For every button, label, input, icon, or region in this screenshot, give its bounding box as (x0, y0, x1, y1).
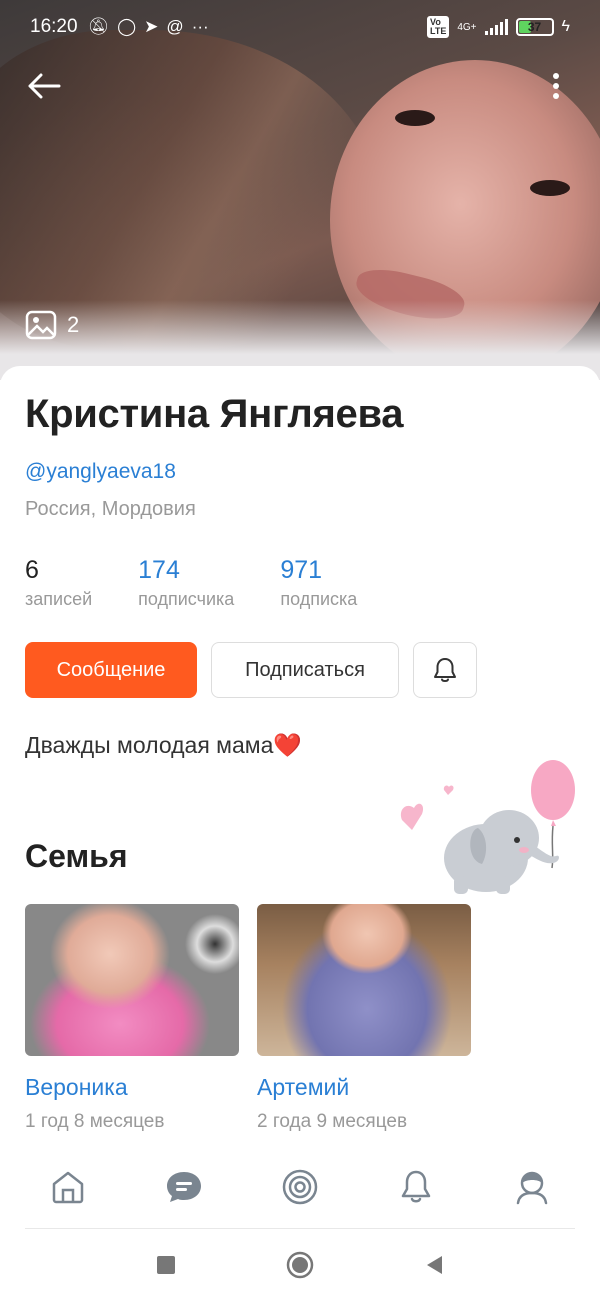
photo-count-value: 2 (67, 312, 80, 337)
at-icon: @ (166, 17, 184, 36)
profile-actions: Сообщение Подписаться (25, 642, 477, 698)
stat-followers-value: 174 (138, 556, 180, 584)
status-right: Vo LTE 4G+ 37 ϟ (427, 16, 570, 38)
discover-icon (282, 1169, 318, 1205)
family-member-photo[interactable] (257, 904, 471, 1056)
profile-stats: 6 записей 174 подписчика 971 подписка (25, 556, 403, 610)
family-member-name[interactable]: Вероника (25, 1074, 239, 1101)
stat-followers[interactable]: 174 подписчика (138, 556, 234, 610)
mute-icon: 🔕︎ (87, 17, 110, 36)
bell-icon (434, 658, 456, 682)
more-options-button[interactable] (532, 62, 580, 110)
stat-followers-label: подписчика (138, 589, 235, 609)
profile-bio: Дважды молодая мама❤️ (25, 732, 303, 758)
status-notification-icons: 🔕︎ ◯ ➤ @ ··· (88, 17, 209, 37)
family-member-age: 1 год 8 месяцев (25, 1111, 165, 1132)
subscribe-button[interactable]: Подписаться (211, 642, 399, 698)
charging-icon: ϟ (561, 18, 570, 35)
nav-messages[interactable] (154, 1157, 214, 1217)
stat-following-value: 971 (280, 556, 323, 584)
nav-home[interactable] (38, 1157, 98, 1217)
family-member-name[interactable]: Артемий (257, 1074, 471, 1101)
system-navigation-bar (0, 1230, 600, 1299)
battery-level: 37 (527, 20, 542, 34)
whatsapp-icon: ◯ (117, 17, 137, 36)
back-button[interactable] (20, 62, 68, 110)
status-bar: 16:20 🔕︎ ◯ ➤ @ ··· Vo LTE 4G+ 37 ϟ (0, 0, 600, 54)
volte-icon: Vo LTE (427, 16, 450, 38)
network-type: 4G+ (457, 21, 477, 33)
profile-handle[interactable]: @yanglyaeva18 (25, 460, 176, 484)
image-icon (25, 310, 57, 340)
family-member-card[interactable]: Артемий 2 года 9 месяцев (257, 904, 471, 1133)
back-arrow-icon (28, 73, 61, 99)
cover-eye-right (530, 180, 570, 196)
profile-icon (516, 1171, 548, 1205)
elephant-sticker-icon (400, 760, 575, 894)
home-button-icon[interactable] (286, 1251, 314, 1279)
nav-profile[interactable] (502, 1157, 562, 1217)
notifications-icon (401, 1170, 431, 1203)
family-members: Вероника 1 год 8 месяцев Артемий 2 года … (25, 904, 471, 1133)
stat-following-label: подписка (280, 589, 358, 609)
stat-posts[interactable]: 6 записей (25, 556, 92, 610)
bottom-navigation (0, 1146, 600, 1228)
recents-button-icon[interactable] (156, 1255, 176, 1275)
family-section-title: Семья (25, 838, 128, 874)
cover-photo[interactable] (0, 0, 600, 380)
nav-discover[interactable] (270, 1157, 330, 1217)
family-member-photo[interactable] (25, 904, 239, 1056)
family-member-card[interactable]: Вероника 1 год 8 месяцев (25, 904, 239, 1133)
status-time: 16:20 (30, 16, 78, 37)
telegram-icon: ➤ (144, 17, 159, 36)
cover-eye-left (395, 110, 435, 126)
profile-name: Кристина Янгляева (25, 392, 404, 436)
stat-posts-value: 6 (25, 556, 39, 584)
back-button-icon[interactable] (424, 1254, 444, 1276)
stat-posts-label: записей (25, 589, 93, 609)
nav-notifications[interactable] (386, 1157, 446, 1217)
family-member-age: 2 года 9 месяцев (257, 1111, 408, 1132)
battery-icon: 37 (515, 18, 554, 36)
nav-divider (25, 1228, 575, 1229)
home-icon (52, 1171, 84, 1204)
more-notifications-icon: ··· (191, 17, 209, 36)
more-vertical-icon (553, 73, 559, 99)
profile-location: Россия, Мордовия (25, 498, 196, 520)
stat-following[interactable]: 971 подписка (280, 556, 357, 610)
cover-photo-count[interactable]: 2 (25, 310, 79, 340)
profile-card: Кристина Янгляева @yanglyaeva18 Россия, … (0, 366, 600, 1146)
signal-icon (484, 19, 508, 35)
message-button[interactable]: Сообщение (25, 642, 197, 698)
notify-button[interactable] (413, 642, 477, 698)
messages-icon (167, 1172, 201, 1202)
